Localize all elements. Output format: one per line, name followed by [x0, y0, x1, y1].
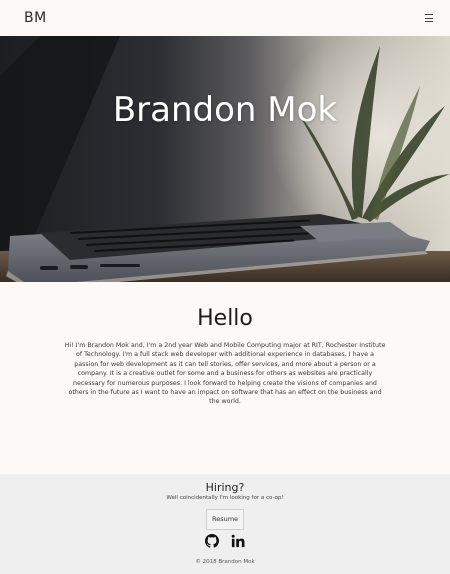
about-text: Hi! I'm Brandon Mok and, I'm a 2nd year … [64, 342, 386, 406]
linkedin-icon[interactable] [231, 533, 245, 552]
resume-button[interactable]: Resume [206, 509, 244, 530]
hero-title: Brandon Mok [112, 90, 338, 130]
navbar: BM [0, 0, 450, 36]
hiring-subtext: Well coincidentally I'm looking for a co… [166, 495, 284, 501]
hero-banner: Brandon Mok [0, 36, 450, 282]
hamburger-icon[interactable] [422, 11, 436, 25]
copyright-text: © 2018 Brandon Mok [195, 559, 255, 565]
github-icon[interactable] [205, 533, 219, 552]
about-section: Hello Hi! I'm Brandon Mok and, I'm a 2nd… [0, 282, 450, 474]
social-links [0, 533, 450, 552]
brand-logo[interactable]: BM [24, 10, 47, 26]
footer: Hiring? Well coincidentally I'm looking … [0, 474, 450, 574]
hiring-heading: Hiring? [205, 481, 245, 494]
about-heading: Hello [197, 306, 253, 331]
laptop-on-desk-photo [0, 36, 450, 282]
